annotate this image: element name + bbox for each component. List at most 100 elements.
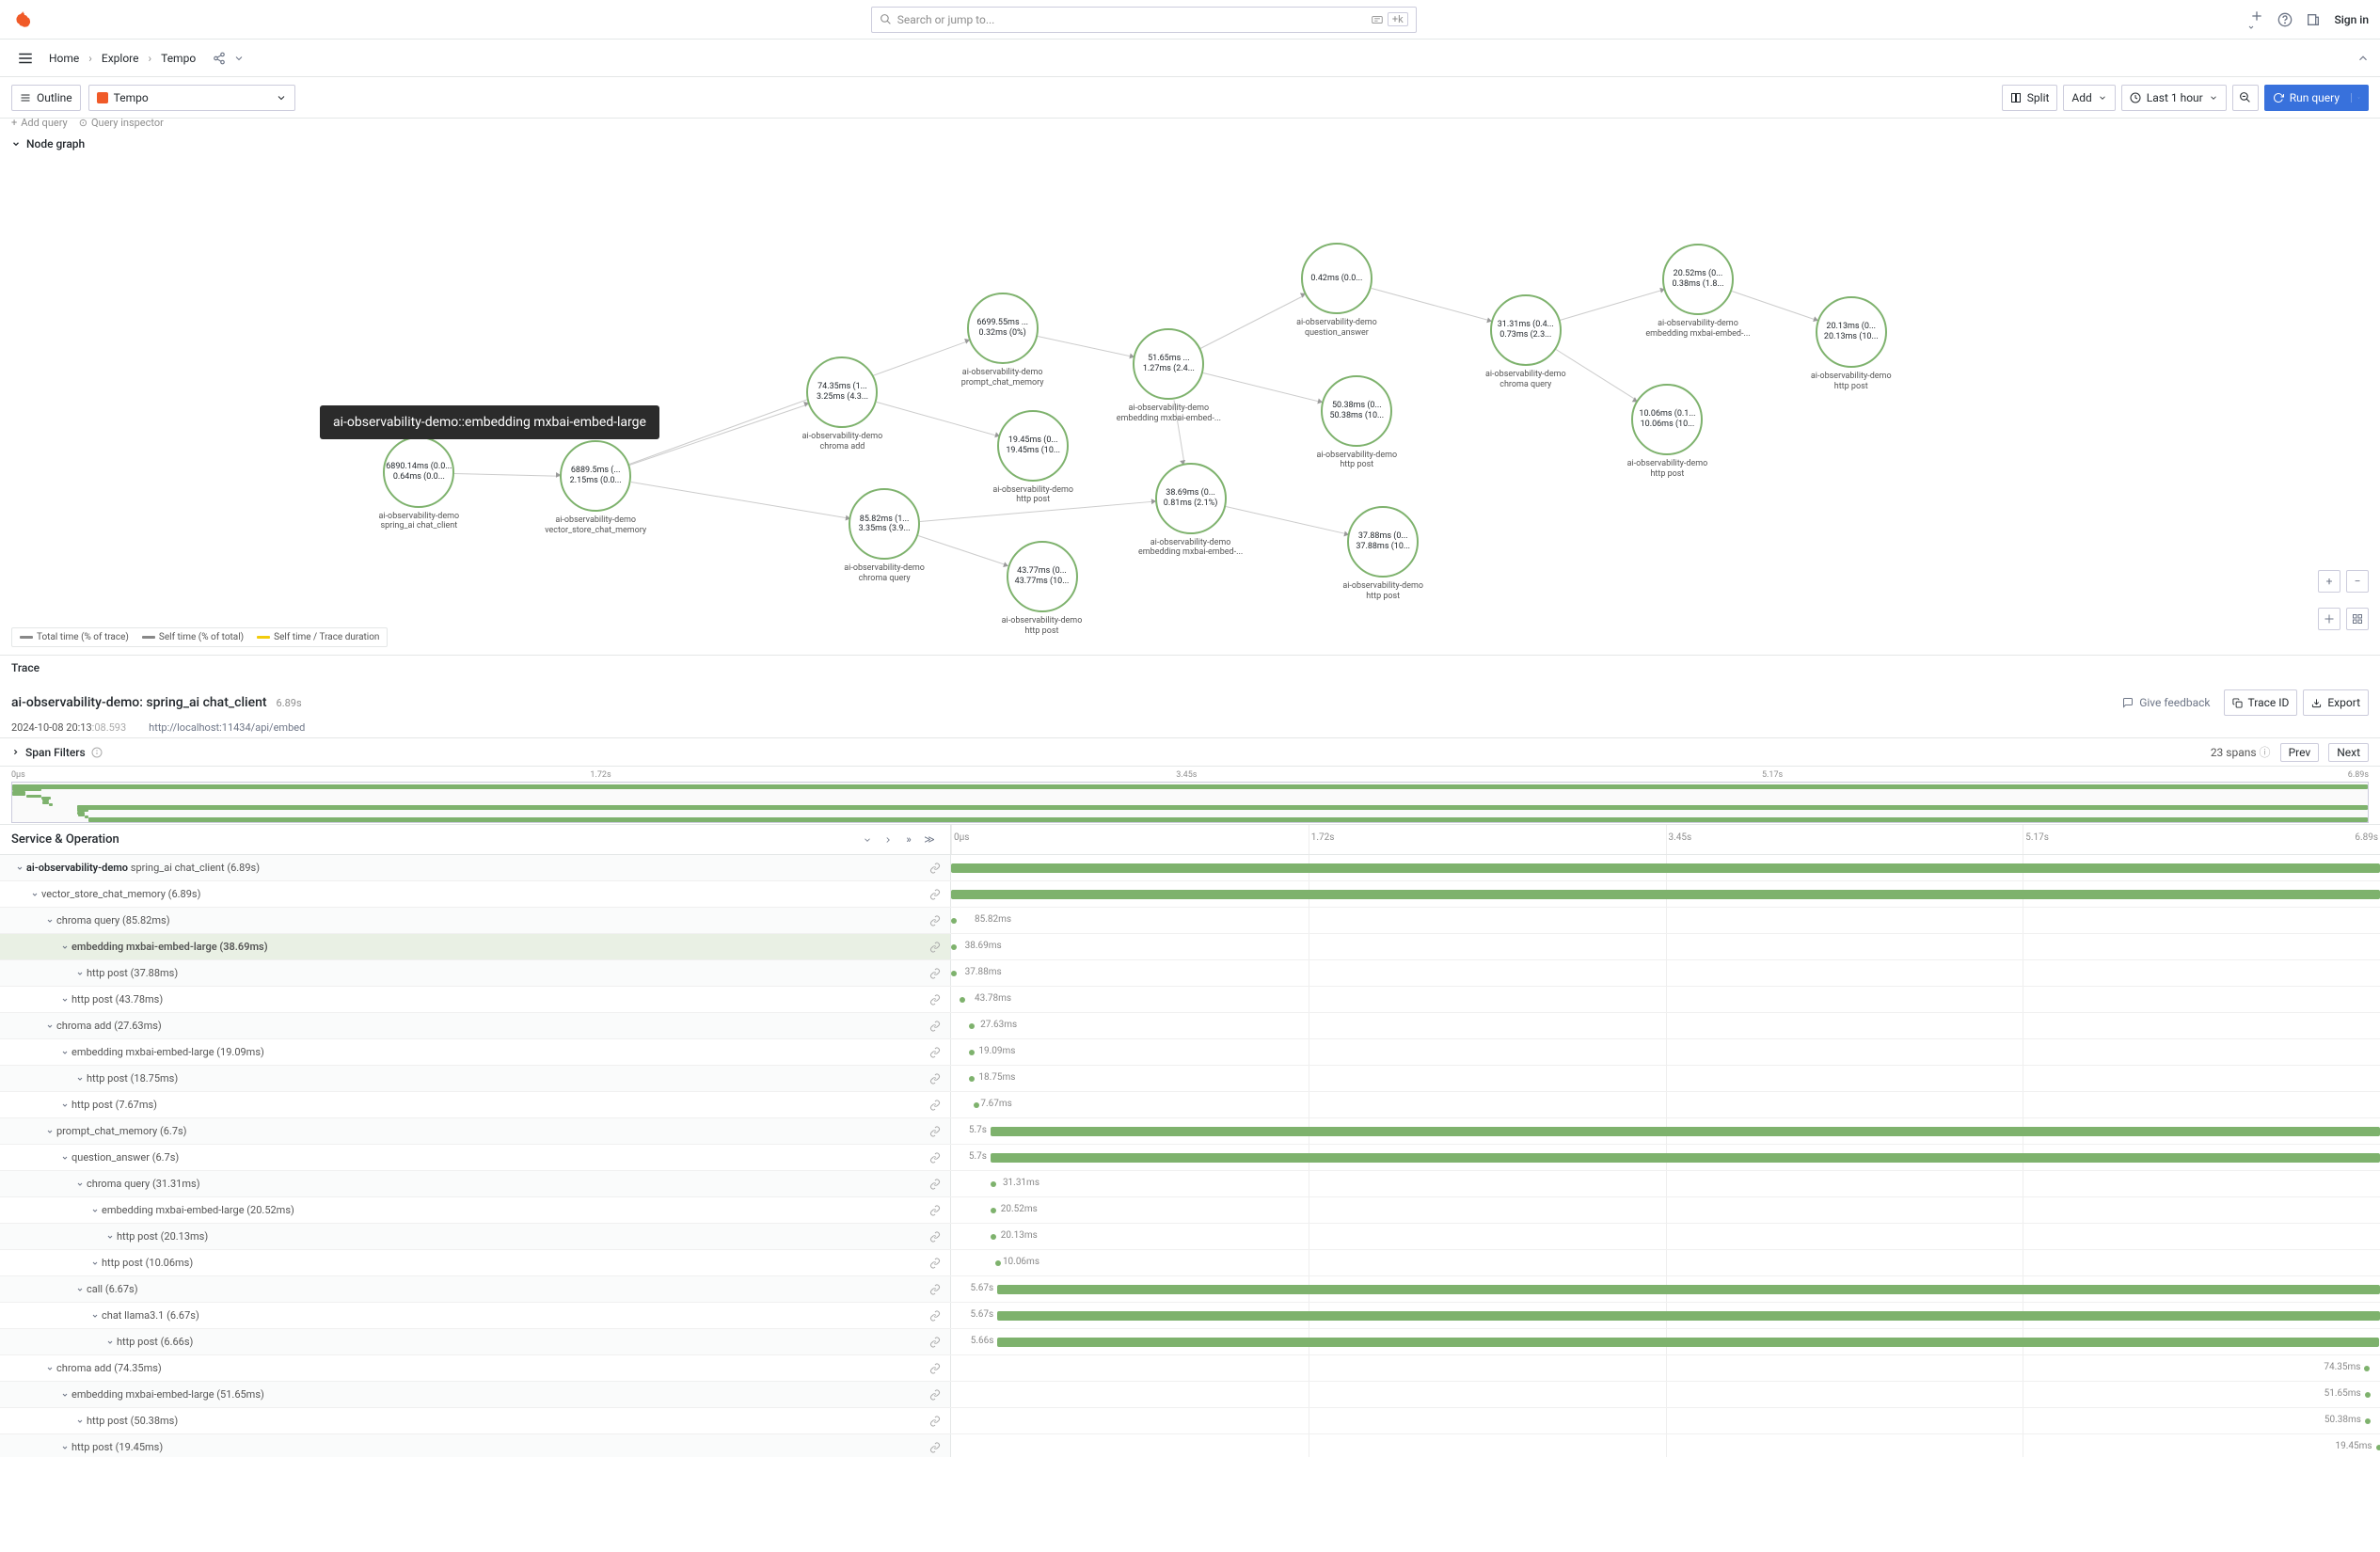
expand-one-icon[interactable] <box>879 831 897 849</box>
span-row[interactable]: http post (20.13ms)20.13ms <box>0 1224 2380 1250</box>
time-range-button[interactable]: Last 1 hour <box>2121 85 2227 111</box>
span-row[interactable]: chroma query (85.82ms)85.82ms <box>0 908 2380 934</box>
span-name[interactable]: http post (20.13ms) <box>117 1230 926 1243</box>
add-button[interactable]: Add <box>2063 85 2115 111</box>
bc-explore[interactable]: Explore <box>100 48 141 69</box>
span-row[interactable]: http post (10.06ms)10.06ms <box>0 1250 2380 1276</box>
span-name[interactable]: http post (50.38ms) <box>87 1415 926 1427</box>
link-icon[interactable] <box>926 915 944 926</box>
link-icon[interactable] <box>926 1179 944 1190</box>
graph-node[interactable]: 31.31ms (0.4...0.73ms (2.3... <box>1490 294 1562 366</box>
link-icon[interactable] <box>926 1152 944 1164</box>
span-name[interactable]: chroma query (85.82ms) <box>56 914 926 926</box>
span-name[interactable]: chroma add (74.35ms) <box>56 1362 926 1374</box>
span-row[interactable]: http post (19.45ms)19.45ms <box>0 1434 2380 1457</box>
span-name[interactable]: http post (19.45ms) <box>71 1441 926 1453</box>
span-row[interactable]: vector_store_chat_memory (6.89s) <box>0 881 2380 908</box>
expand-toggle[interactable] <box>58 1046 71 1059</box>
expand-toggle[interactable] <box>103 1336 117 1349</box>
span-row[interactable]: http post (37.88ms)37.88ms <box>0 960 2380 987</box>
span-row[interactable]: chroma add (74.35ms)74.35ms <box>0 1355 2380 1382</box>
expand-toggle[interactable] <box>73 967 87 980</box>
span-bar[interactable] <box>951 890 2380 899</box>
link-icon[interactable] <box>926 1073 944 1085</box>
link-icon[interactable] <box>926 1126 944 1137</box>
bc-tempo[interactable]: Tempo <box>159 48 198 69</box>
graph-node[interactable]: 0.42ms (0.0... <box>1301 243 1372 314</box>
span-name[interactable]: embedding mxbai-embed-large (51.65ms) <box>71 1388 926 1401</box>
bc-home[interactable]: Home <box>47 48 81 69</box>
layout-icon[interactable] <box>2318 608 2340 630</box>
zoom-in-icon[interactable]: + <box>2318 570 2340 593</box>
expand-all-icon[interactable]: » <box>899 831 918 849</box>
prev-button[interactable]: Prev <box>2280 743 2320 762</box>
chevron-right-icon[interactable] <box>11 748 20 756</box>
link-icon[interactable] <box>926 1100 944 1111</box>
graph-node[interactable]: 37.88ms (0...37.88ms (10... <box>1347 506 1419 578</box>
expand-toggle[interactable] <box>43 1125 56 1138</box>
node-graph-header[interactable]: Node graph <box>0 132 2380 156</box>
span-row[interactable]: http post (43.78ms)43.78ms <box>0 987 2380 1013</box>
link-icon[interactable] <box>926 1363 944 1374</box>
split-button[interactable]: Split <box>2002 85 2058 111</box>
link-icon[interactable] <box>926 1442 944 1453</box>
link-icon[interactable] <box>926 1231 944 1243</box>
link-icon[interactable] <box>926 1389 944 1401</box>
datasource-select[interactable]: Tempo <box>88 85 295 111</box>
span-name[interactable]: http post (43.78ms) <box>71 993 926 1006</box>
span-row[interactable]: chroma query (31.31ms)31.31ms <box>0 1171 2380 1197</box>
expand-toggle[interactable] <box>58 941 71 954</box>
expand-deepest-icon[interactable]: ≫ <box>920 831 939 849</box>
span-bar[interactable] <box>991 1127 2380 1136</box>
span-name[interactable]: chat llama3.1 (6.67s) <box>102 1309 926 1322</box>
collapse-all-icon[interactable] <box>858 831 877 849</box>
span-name[interactable]: prompt_chat_memory (6.7s) <box>56 1125 926 1137</box>
span-row[interactable]: embedding mxbai-embed-large (51.65ms)51.… <box>0 1382 2380 1408</box>
grid-icon[interactable] <box>2346 608 2369 630</box>
graph-node[interactable]: 6890.14ms (0.0...0.64ms (0.0... <box>383 436 454 508</box>
link-icon[interactable] <box>926 889 944 900</box>
menu-toggle[interactable] <box>11 44 40 72</box>
graph-node[interactable]: 6889.5ms (...2.15ms (0.0... <box>560 440 631 512</box>
expand-toggle[interactable] <box>43 914 56 927</box>
expand-toggle[interactable] <box>73 1283 87 1296</box>
collapse-icon[interactable] <box>2352 47 2374 70</box>
span-row[interactable]: chat llama3.1 (6.67s)5.67s <box>0 1303 2380 1329</box>
add-query-button[interactable]: + Add query <box>11 117 68 129</box>
span-row[interactable]: http post (18.75ms)18.75ms <box>0 1066 2380 1092</box>
span-name[interactable]: embedding mxbai-embed-large (20.52ms) <box>102 1204 926 1216</box>
link-icon[interactable] <box>926 1310 944 1322</box>
link-icon[interactable] <box>926 863 944 874</box>
graph-node[interactable]: 74.35ms (1...3.25ms (4.3... <box>806 356 878 428</box>
feedback-link[interactable]: Give feedback <box>2115 689 2217 716</box>
span-bar[interactable] <box>997 1338 2378 1347</box>
span-row[interactable]: http post (50.38ms)50.38ms <box>0 1408 2380 1434</box>
span-name[interactable]: call (6.67s) <box>87 1283 926 1295</box>
span-row[interactable]: chroma add (27.63ms)27.63ms <box>0 1013 2380 1039</box>
expand-toggle[interactable] <box>88 1204 102 1217</box>
expand-toggle[interactable] <box>58 1388 71 1402</box>
span-name[interactable]: ai-observability-demo spring_ai chat_cli… <box>26 862 926 874</box>
link-icon[interactable] <box>926 968 944 979</box>
span-bar[interactable] <box>997 1311 2380 1321</box>
span-bar[interactable] <box>951 863 2380 873</box>
help-icon[interactable] <box>2277 12 2293 27</box>
span-name[interactable]: http post (7.67ms) <box>71 1099 926 1111</box>
span-bar[interactable] <box>997 1285 2380 1294</box>
span-row[interactable]: embedding mxbai-embed-large (19.09ms)19.… <box>0 1039 2380 1066</box>
expand-toggle[interactable] <box>103 1230 117 1243</box>
graph-node[interactable]: 10.06ms (0.1...10.06ms (10... <box>1631 384 1703 455</box>
expand-toggle[interactable] <box>88 1309 102 1322</box>
span-name[interactable]: question_answer (6.7s) <box>71 1151 926 1164</box>
span-row[interactable]: call (6.67s)5.67s <box>0 1276 2380 1303</box>
span-name[interactable]: embedding mxbai-embed-large (19.09ms) <box>71 1046 926 1058</box>
span-bar[interactable] <box>991 1153 2380 1163</box>
expand-toggle[interactable] <box>58 1441 71 1454</box>
span-name[interactable]: chroma query (31.31ms) <box>87 1178 926 1190</box>
zoom-out-icon[interactable]: − <box>2346 570 2369 593</box>
zoom-out-button[interactable] <box>2232 85 2259 111</box>
graph-node[interactable]: 51.65ms ...1.27ms (2.4... <box>1133 328 1204 400</box>
span-name[interactable]: http post (10.06ms) <box>102 1257 926 1269</box>
grafana-logo[interactable] <box>11 7 38 33</box>
span-row[interactable]: ai-observability-demo spring_ai chat_cli… <box>0 855 2380 881</box>
